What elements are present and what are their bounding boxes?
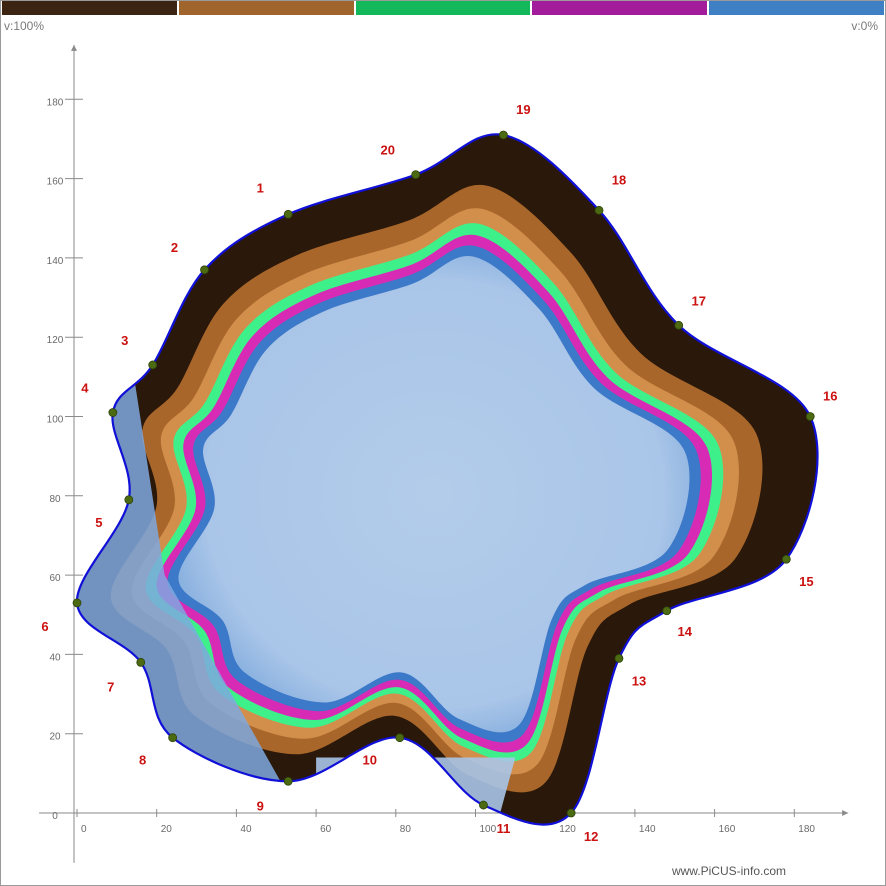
measuring-point-label-6: 6 — [41, 619, 48, 634]
measuring-point-4[interactable] — [108, 408, 118, 417]
measuring-point-label-18: 18 — [612, 172, 626, 187]
y-tick-label: 60 — [49, 573, 61, 584]
measuring-point-13[interactable] — [614, 653, 624, 663]
y-axis-arrow — [71, 44, 77, 51]
tomogram-fill — [76, 134, 818, 825]
measuring-point-19[interactable] — [498, 130, 508, 140]
x-axis-arrow — [842, 810, 849, 816]
measuring-point-label-17: 17 — [692, 293, 706, 308]
measuring-point-2[interactable] — [200, 265, 209, 275]
measuring-point-label-8: 8 — [139, 753, 146, 768]
x-tick-label: 140 — [639, 824, 656, 835]
x-tick-label: 0 — [81, 824, 87, 835]
y-tick-label: 80 — [49, 494, 61, 505]
measuring-point-label-3: 3 — [121, 333, 128, 348]
measuring-point-label-2: 2 — [171, 240, 178, 255]
measuring-point-label-15: 15 — [799, 574, 813, 589]
tomogram-plot: 0 20 40 60 80 100 120 140 160 1800204060801001201… — [39, 44, 849, 863]
y-tick-label: 100 — [47, 415, 64, 426]
measuring-point-20[interactable] — [411, 170, 421, 180]
measuring-point-9[interactable] — [283, 776, 293, 786]
measuring-point-10[interactable] — [395, 733, 405, 743]
measuring-point-11[interactable] — [479, 800, 488, 810]
measuring-point-label-1: 1 — [257, 180, 264, 195]
y-tick-label: 140 — [47, 256, 64, 267]
measuring-point-17[interactable] — [674, 320, 684, 330]
measuring-point-label-7: 7 — [107, 679, 114, 694]
x-tick-label: 120 — [559, 824, 576, 835]
x-tick-label: 180 — [798, 824, 815, 835]
x-tick-label: 100 — [480, 824, 497, 835]
measuring-point-label-9: 9 — [257, 798, 264, 813]
y-tick-label: 180 — [47, 97, 64, 108]
measuring-point-5[interactable] — [124, 495, 134, 505]
watermark: www.PiCUS-info.com — [671, 864, 786, 878]
x-tick-label: 60 — [320, 824, 332, 835]
x-tick-label: 20 — [161, 824, 173, 835]
measuring-point-6[interactable] — [72, 598, 82, 608]
measuring-point-7[interactable] — [136, 657, 146, 667]
y-tick-label: 0 — [52, 811, 58, 822]
y-tick-label: 20 — [49, 732, 61, 743]
measuring-point-14[interactable] — [662, 606, 672, 616]
y-tick-label: 120 — [47, 335, 64, 346]
x-tick-label: 40 — [240, 824, 252, 835]
measuring-point-16[interactable] — [805, 412, 815, 421]
measuring-point-label-12: 12 — [584, 829, 598, 844]
measuring-point-label-13: 13 — [632, 673, 646, 688]
measuring-point-label-4: 4 — [81, 381, 89, 396]
measuring-point-label-14: 14 — [678, 624, 693, 639]
x-tick-label: 80 — [400, 824, 412, 835]
measuring-point-8[interactable] — [168, 733, 178, 743]
measuring-point-1[interactable] — [283, 209, 293, 219]
measuring-point-15[interactable] — [781, 554, 791, 564]
measuring-point-18[interactable] — [594, 205, 604, 215]
measuring-point-12[interactable] — [566, 808, 576, 818]
x-tick-label: 160 — [719, 824, 736, 835]
measuring-point-label-19: 19 — [516, 102, 530, 117]
y-tick-label: 160 — [47, 177, 64, 188]
measuring-point-label-20: 20 — [380, 143, 394, 158]
measuring-point-label-5: 5 — [95, 515, 102, 530]
y-tick-label: 40 — [49, 652, 61, 663]
measuring-point-label-16: 16 — [823, 389, 837, 404]
measuring-point-label-10: 10 — [363, 753, 377, 768]
measuring-point-label-11: 11 — [497, 821, 511, 836]
measuring-point-3[interactable] — [148, 360, 158, 370]
